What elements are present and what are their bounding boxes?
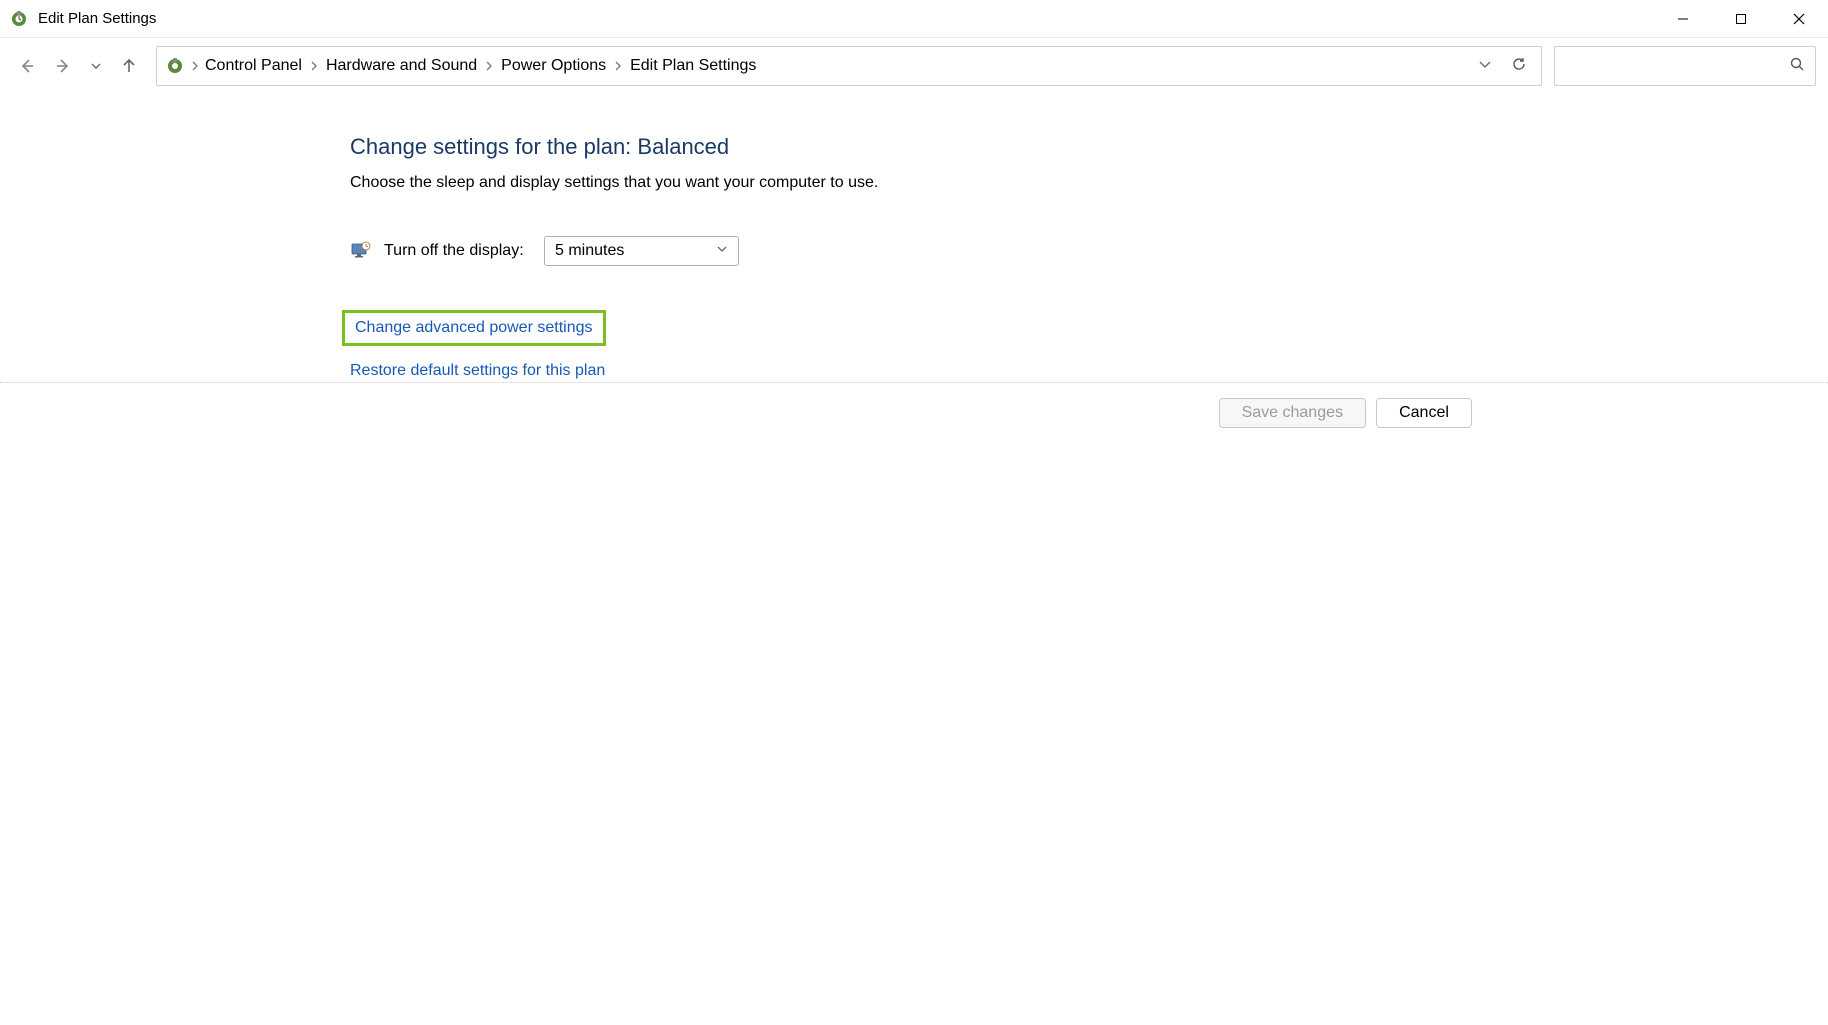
advanced-power-settings-link[interactable]: Change advanced power settings bbox=[342, 310, 606, 346]
breadcrumb-item[interactable]: Power Options bbox=[501, 57, 606, 75]
refresh-icon[interactable] bbox=[1511, 56, 1527, 77]
breadcrumb-item[interactable]: Edit Plan Settings bbox=[630, 57, 756, 75]
chevron-right-icon[interactable] bbox=[310, 59, 318, 74]
page-subtext: Choose the sleep and display settings th… bbox=[350, 174, 1828, 192]
minimize-button[interactable] bbox=[1654, 0, 1712, 38]
save-changes-button: Save changes bbox=[1219, 398, 1366, 428]
chevron-right-icon[interactable] bbox=[485, 59, 493, 74]
window-title: Edit Plan Settings bbox=[38, 10, 156, 27]
cancel-button[interactable]: Cancel bbox=[1376, 398, 1472, 428]
display-timeout-dropdown[interactable]: 5 minutes bbox=[544, 236, 739, 266]
breadcrumb-item[interactable]: Control Panel bbox=[205, 57, 302, 75]
chevron-right-icon[interactable] bbox=[614, 59, 622, 74]
restore-defaults-link[interactable]: Restore default settings for this plan bbox=[350, 362, 1828, 380]
close-button[interactable] bbox=[1770, 0, 1828, 38]
recent-dropdown-icon[interactable] bbox=[90, 60, 102, 72]
maximize-button[interactable] bbox=[1712, 0, 1770, 38]
search-input[interactable] bbox=[1554, 46, 1816, 86]
addressbar[interactable]: Control Panel Hardware and Sound Power O… bbox=[156, 46, 1542, 86]
breadcrumb: Control Panel Hardware and Sound Power O… bbox=[205, 57, 1471, 75]
app-icon bbox=[10, 10, 28, 28]
address-dropdown-icon[interactable] bbox=[1477, 56, 1493, 77]
display-setting-label: Turn off the display: bbox=[384, 242, 532, 260]
dropdown-value: 5 minutes bbox=[555, 242, 624, 260]
breadcrumb-item[interactable]: Hardware and Sound bbox=[326, 57, 477, 75]
page-heading: Change settings for the plan: Balanced bbox=[350, 134, 1828, 160]
search-icon bbox=[1789, 56, 1805, 77]
display-icon bbox=[350, 240, 372, 262]
back-button[interactable] bbox=[18, 57, 36, 75]
toolbar: Control Panel Hardware and Sound Power O… bbox=[0, 38, 1828, 94]
forward-button[interactable] bbox=[54, 57, 72, 75]
chevron-right-icon[interactable] bbox=[191, 59, 199, 74]
chevron-down-icon bbox=[716, 242, 728, 260]
content-area: Change settings for the plan: Balanced C… bbox=[0, 94, 1828, 380]
control-panel-icon bbox=[165, 56, 185, 76]
up-button[interactable] bbox=[120, 57, 138, 75]
divider bbox=[0, 382, 1828, 383]
titlebar: Edit Plan Settings bbox=[0, 0, 1828, 38]
